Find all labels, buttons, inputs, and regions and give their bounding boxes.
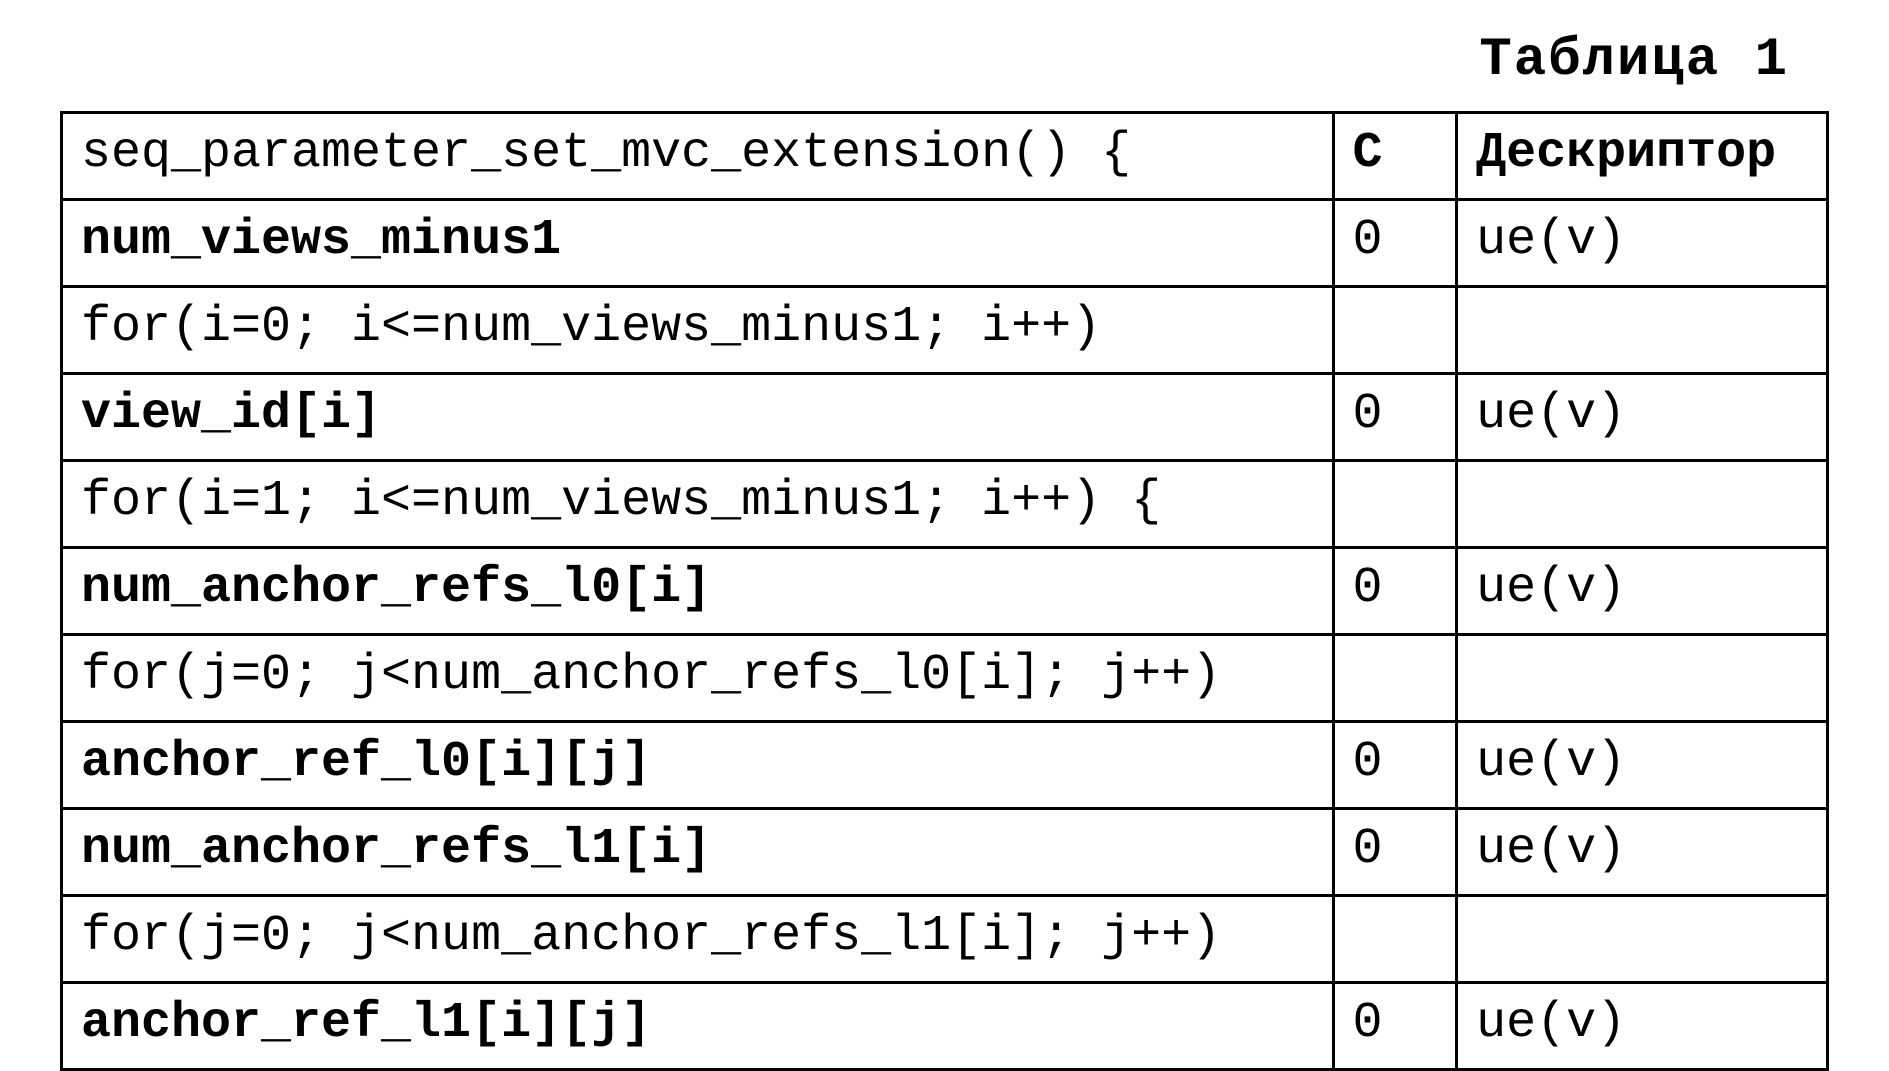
header-syntax: seq_parameter_set_mvc_extension() { — [62, 113, 1334, 200]
table-row: num_anchor_refs_l1[i] 0 ue(v) — [62, 809, 1828, 896]
c-cell: 0 — [1333, 200, 1457, 287]
table-body: num_views_minus1 0 ue(v) for(i=0; i<=num… — [62, 200, 1828, 1070]
c-cell: 0 — [1333, 809, 1457, 896]
c-cell — [1333, 461, 1457, 548]
c-cell: 0 — [1333, 374, 1457, 461]
table-row: num_views_minus1 0 ue(v) — [62, 200, 1828, 287]
table-row: for(j=0; j<num_anchor_refs_l1[i]; j++) — [62, 896, 1828, 983]
syntax-cell: num_anchor_refs_l0[i] — [62, 548, 1334, 635]
descriptor-cell: ue(v) — [1457, 200, 1828, 287]
table-header-row: seq_parameter_set_mvc_extension() { C Де… — [62, 113, 1828, 200]
table-caption: Таблица 1 — [60, 30, 1789, 91]
syntax-cell: num_anchor_refs_l1[i] — [62, 809, 1334, 896]
table-row: anchor_ref_l1[i][j] 0 ue(v) — [62, 983, 1828, 1070]
syntax-table: seq_parameter_set_mvc_extension() { C Де… — [60, 111, 1829, 1071]
c-cell — [1333, 287, 1457, 374]
syntax-cell: anchor_ref_l0[i][j] — [62, 722, 1334, 809]
descriptor-cell: ue(v) — [1457, 722, 1828, 809]
descriptor-cell — [1457, 896, 1828, 983]
descriptor-cell — [1457, 461, 1828, 548]
table-row: view_id[i] 0 ue(v) — [62, 374, 1828, 461]
table-row: num_anchor_refs_l0[i] 0 ue(v) — [62, 548, 1828, 635]
syntax-cell: view_id[i] — [62, 374, 1334, 461]
c-cell — [1333, 635, 1457, 722]
table-row: for(j=0; j<num_anchor_refs_l0[i]; j++) — [62, 635, 1828, 722]
descriptor-cell: ue(v) — [1457, 983, 1828, 1070]
syntax-cell: for(i=1; i<=num_views_minus1; i++) { — [62, 461, 1334, 548]
syntax-cell: for(j=0; j<num_anchor_refs_l1[i]; j++) — [62, 896, 1334, 983]
document-page: Таблица 1 seq_parameter_set_mvc_extensio… — [0, 0, 1889, 1015]
header-c: C — [1333, 113, 1457, 200]
c-cell: 0 — [1333, 548, 1457, 635]
descriptor-cell — [1457, 287, 1828, 374]
c-cell: 0 — [1333, 722, 1457, 809]
table-row: for(i=1; i<=num_views_minus1; i++) { — [62, 461, 1828, 548]
descriptor-cell — [1457, 635, 1828, 722]
table-row: for(i=0; i<=num_views_minus1; i++) — [62, 287, 1828, 374]
syntax-cell: anchor_ref_l1[i][j] — [62, 983, 1334, 1070]
descriptor-cell: ue(v) — [1457, 374, 1828, 461]
header-descriptor: Дескриптор — [1457, 113, 1828, 200]
syntax-cell: num_views_minus1 — [62, 200, 1334, 287]
c-cell: 0 — [1333, 983, 1457, 1070]
c-cell — [1333, 896, 1457, 983]
descriptor-cell: ue(v) — [1457, 548, 1828, 635]
syntax-cell: for(j=0; j<num_anchor_refs_l0[i]; j++) — [62, 635, 1334, 722]
table-row: anchor_ref_l0[i][j] 0 ue(v) — [62, 722, 1828, 809]
syntax-cell: for(i=0; i<=num_views_minus1; i++) — [62, 287, 1334, 374]
descriptor-cell: ue(v) — [1457, 809, 1828, 896]
